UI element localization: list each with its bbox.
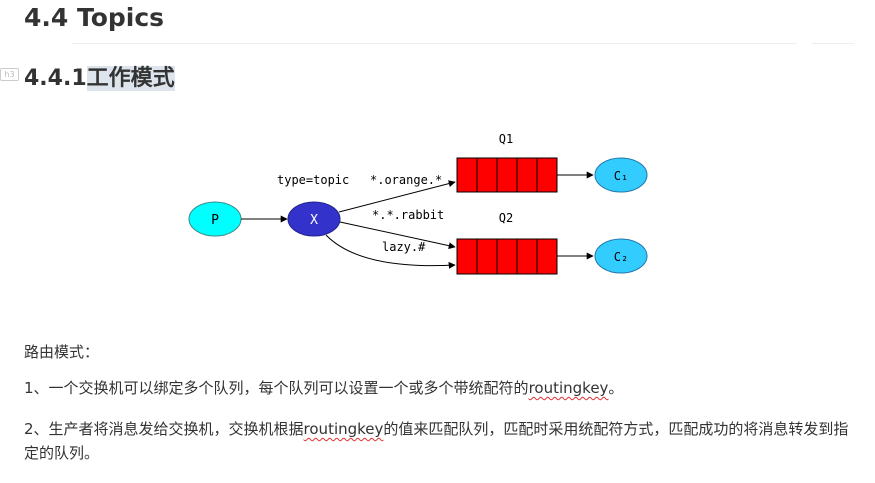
- queue-2: [456, 238, 558, 275]
- paragraph-routing-rule: 2、生产者将消息发给交换机，交换机根据routingkey的值来匹配队列，匹配时…: [24, 417, 854, 465]
- exchange-label: X: [310, 213, 318, 228]
- paragraph-routing-rule-text: 2、生产者将消息发给交换机，交换机根据: [24, 420, 304, 438]
- paragraph-binding-rule-text: 1、一个交换机可以绑定多个队列，每个队列可以设置一个或多个带统配符的: [24, 379, 529, 397]
- routingkey-term-2: routingkey: [303, 420, 384, 438]
- queue-1: [456, 157, 558, 193]
- consumer-2-label: C₂: [614, 250, 628, 264]
- routing-mode-label: 路由模式：: [24, 343, 100, 361]
- routingkey-term: routingkey: [528, 379, 609, 397]
- exchange-type-label: type=topic: [277, 173, 349, 187]
- queue-1-label: Q1: [499, 132, 513, 146]
- section-heading: 4.4 Topics: [24, 3, 165, 32]
- queue-2-label: Q2: [499, 211, 513, 225]
- consumer-1-label: C₁: [614, 169, 628, 183]
- binding-orange-label: *.orange.*: [370, 173, 442, 187]
- topic-exchange-diagram: P X type=topic *.orange.* *.*.rabbit laz…: [188, 132, 648, 275]
- binding-lazy-label: lazy.#: [382, 240, 426, 254]
- paragraph-binding-rule: 1、一个交换机可以绑定多个队列，每个队列可以设置一个或多个带统配符的routin…: [24, 376, 623, 400]
- paragraph-binding-rule-end: 。: [608, 379, 624, 397]
- subsection-number: 4.4.1: [24, 66, 87, 91]
- producer-label: P: [211, 213, 219, 228]
- binding-rabbit-label: *.*.rabbit: [372, 208, 444, 222]
- heading-level-marker: h3: [0, 68, 19, 81]
- heading-divider-right: [812, 43, 854, 44]
- subsection-title: 工作模式: [86, 66, 175, 91]
- subsection-heading: 4.4.1工作模式: [24, 63, 175, 95]
- heading-divider: [72, 43, 797, 44]
